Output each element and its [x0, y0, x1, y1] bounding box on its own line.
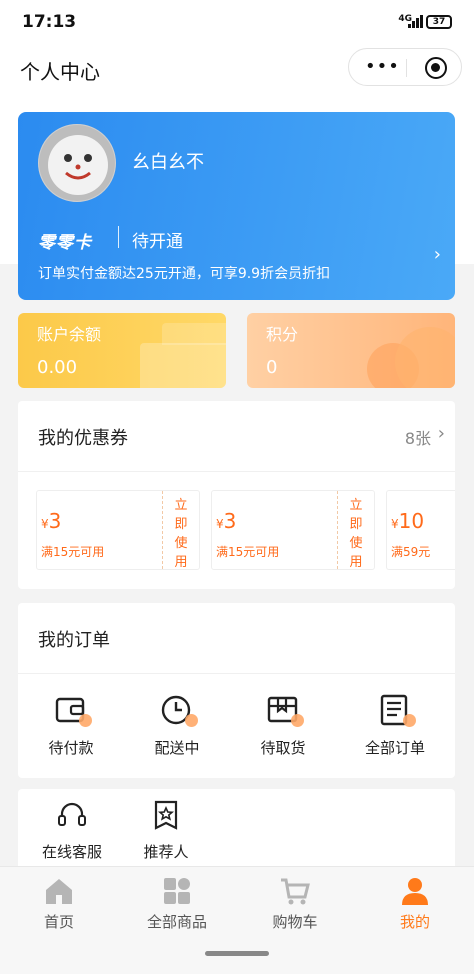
tab-label: 我的 [399, 913, 430, 931]
order-section: 我的订单 待付款 配送中 待取货 全部订单 [18, 603, 455, 778]
online-service-button[interactable]: 在线客服 [32, 799, 112, 862]
service-label: 推荐人 [143, 843, 189, 861]
tab-mine[interactable]: 我的 [360, 875, 470, 932]
tab-cart[interactable]: 购物车 [240, 875, 350, 932]
order-item-label: 全部订单 [364, 739, 425, 757]
status-bar: 17:13 4G 37 [0, 0, 474, 44]
nav-bar: 个人中心 ••• [0, 44, 474, 98]
avatar[interactable] [38, 124, 116, 202]
battery-icon: 37 [426, 15, 452, 29]
points-tile[interactable]: 积分 0 [247, 313, 455, 388]
card-logo: 零零卡 [38, 233, 92, 253]
coupon-condition: 满15元可用 [216, 545, 280, 559]
order-list-icon [378, 693, 416, 727]
points-value: 0 [266, 357, 278, 378]
target-icon[interactable] [425, 57, 447, 79]
coupon-section-title: 我的优惠券 [38, 428, 128, 449]
order-item-label: 待付款 [48, 739, 94, 757]
home-icon [46, 879, 72, 904]
use-now-button[interactable]: 立即使用 [337, 491, 374, 570]
home-indicator[interactable] [205, 951, 269, 956]
grid-icon [164, 878, 190, 904]
decoration [162, 323, 226, 345]
referrer-icon [154, 800, 178, 830]
balance-tile[interactable]: 账户余额 0.00 [18, 313, 226, 388]
miniprogram-capsule: ••• [348, 48, 462, 86]
page-title: 个人中心 [20, 60, 100, 84]
points-label: 积分 [266, 325, 299, 344]
card-description: 订单实付金额达25元开通，可享9.9折会员折扣 [38, 266, 331, 282]
decoration [140, 343, 226, 388]
chevron-right-icon[interactable]: › [434, 244, 441, 265]
order-all[interactable]: 全部订单 [350, 693, 440, 758]
tab-label: 全部商品 [146, 913, 207, 931]
tab-bar: 首页 全部商品 购物车 我的 [0, 866, 474, 974]
coupon-amount: ¥10 [391, 509, 425, 533]
order-item-label: 待取货 [260, 739, 306, 757]
more-dots-icon[interactable]: ••• [365, 58, 399, 76]
tab-label: 购物车 [272, 913, 318, 931]
card-status: 待开通 [132, 232, 183, 252]
wallet-icon [54, 693, 92, 727]
tab-all-products[interactable]: 全部商品 [122, 875, 232, 932]
coupon-card[interactable]: ¥3 满15元可用 立即使用 [211, 490, 375, 570]
clock-icon [160, 693, 198, 727]
coupon-condition: 满59元 [391, 545, 431, 559]
coupon-card[interactable]: ¥3 满15元可用 立即使用 [36, 490, 200, 570]
referrer-button[interactable]: 推荐人 [126, 799, 206, 862]
order-section-title: 我的订单 [38, 630, 110, 651]
member-card[interactable]: 幺白幺不 零零卡 待开通 订单实付金额达25元开通，可享9.9折会员折扣 › [18, 112, 455, 300]
coupon-condition: 满15元可用 [41, 545, 105, 559]
capsule-divider [406, 59, 407, 77]
tab-label: 首页 [43, 913, 74, 931]
order-pickup[interactable]: 待取货 [238, 693, 328, 758]
divider [18, 673, 455, 674]
avatar-face-icon [39, 125, 115, 201]
divider [18, 471, 455, 472]
order-item-label: 配送中 [154, 739, 200, 757]
decoration [395, 327, 455, 388]
order-delivering[interactable]: 配送中 [132, 693, 222, 758]
service-label: 在线客服 [41, 843, 102, 861]
balance-value: 0.00 [37, 357, 78, 378]
coupon-amount: ¥3 [216, 509, 237, 533]
user-icon [402, 878, 428, 905]
coupon-count[interactable]: 8张 [405, 425, 431, 449]
username: 幺白幺不 [132, 152, 204, 173]
use-now-button[interactable]: 立即使用 [162, 491, 199, 570]
order-pending-payment[interactable]: 待付款 [26, 693, 116, 758]
package-icon [266, 693, 304, 727]
card-divider [118, 226, 119, 248]
signal-icon [408, 14, 424, 28]
coupon-card[interactable]: ¥10 满59元 [386, 490, 455, 570]
coupon-amount: ¥3 [41, 509, 62, 533]
cart-icon [281, 878, 310, 905]
balance-label: 账户余额 [37, 325, 102, 344]
headset-icon [58, 802, 86, 826]
chevron-right-icon[interactable]: › [438, 423, 445, 444]
status-time: 17:13 [22, 12, 77, 32]
coupon-section: 我的优惠券 8张 › ¥3 满15元可用 立即使用 ¥3 满15元可用 立即使用… [18, 401, 455, 589]
service-section: 在线客服 推荐人 [18, 789, 455, 869]
tab-home[interactable]: 首页 [4, 875, 114, 932]
